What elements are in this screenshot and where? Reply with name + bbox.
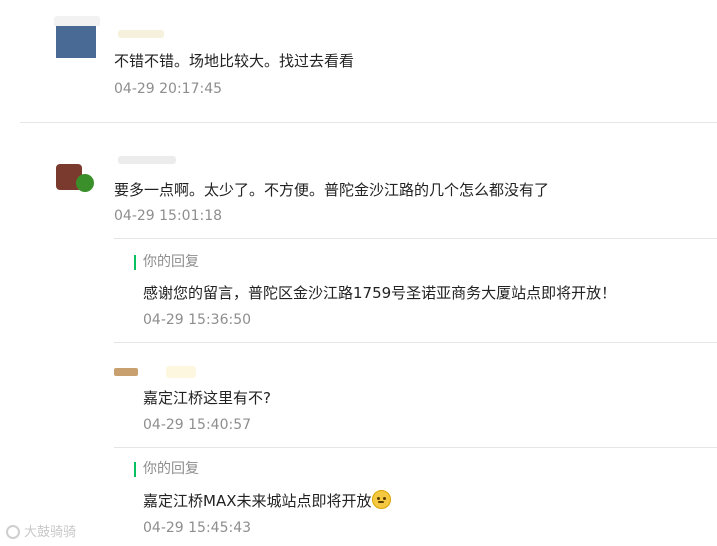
username-blurred (118, 156, 176, 164)
divider (20, 122, 717, 123)
smile-emoji-icon (372, 490, 392, 509)
watermark-logo-icon (6, 525, 20, 539)
divider (114, 238, 717, 239)
reply-text: 嘉定江桥这里有不? (143, 389, 271, 407)
reply-time: 04-29 15:36:50 (143, 312, 252, 328)
your-reply-label: 你的回复 (134, 255, 199, 270)
reply-time: 04-29 15:45:43 (143, 520, 252, 536)
comment-text: 不错不错。场地比较大。找过去看看 (114, 52, 355, 70)
username-blurred (166, 366, 196, 378)
comment-time: 04-29 20:17:45 (114, 81, 223, 97)
divider (114, 342, 717, 343)
comment-text: 要多一点啊。太少了。不方便。普陀金沙江路的几个怎么都没有了 (114, 181, 550, 199)
reply-text: 感谢您的留言，普陀区金沙江路1759号圣诺亚商务大厦站点即将开放！ (143, 284, 617, 302)
reply-text: 嘉定江桥MAX未来城站点即将开放 (143, 492, 372, 510)
comment-time: 04-29 15:01:18 (114, 208, 223, 224)
avatar[interactable] (54, 160, 102, 192)
divider (114, 447, 717, 448)
username-blurred (118, 30, 164, 38)
your-reply-label: 你的回复 (134, 462, 199, 477)
avatar[interactable] (54, 16, 100, 62)
avatar[interactable] (114, 368, 138, 376)
reply-time: 04-29 15:40:57 (143, 417, 252, 433)
reply-text-row: 嘉定江桥MAX未来城站点即将开放 (143, 490, 392, 511)
watermark: 大鼓骑骑 (6, 521, 76, 540)
